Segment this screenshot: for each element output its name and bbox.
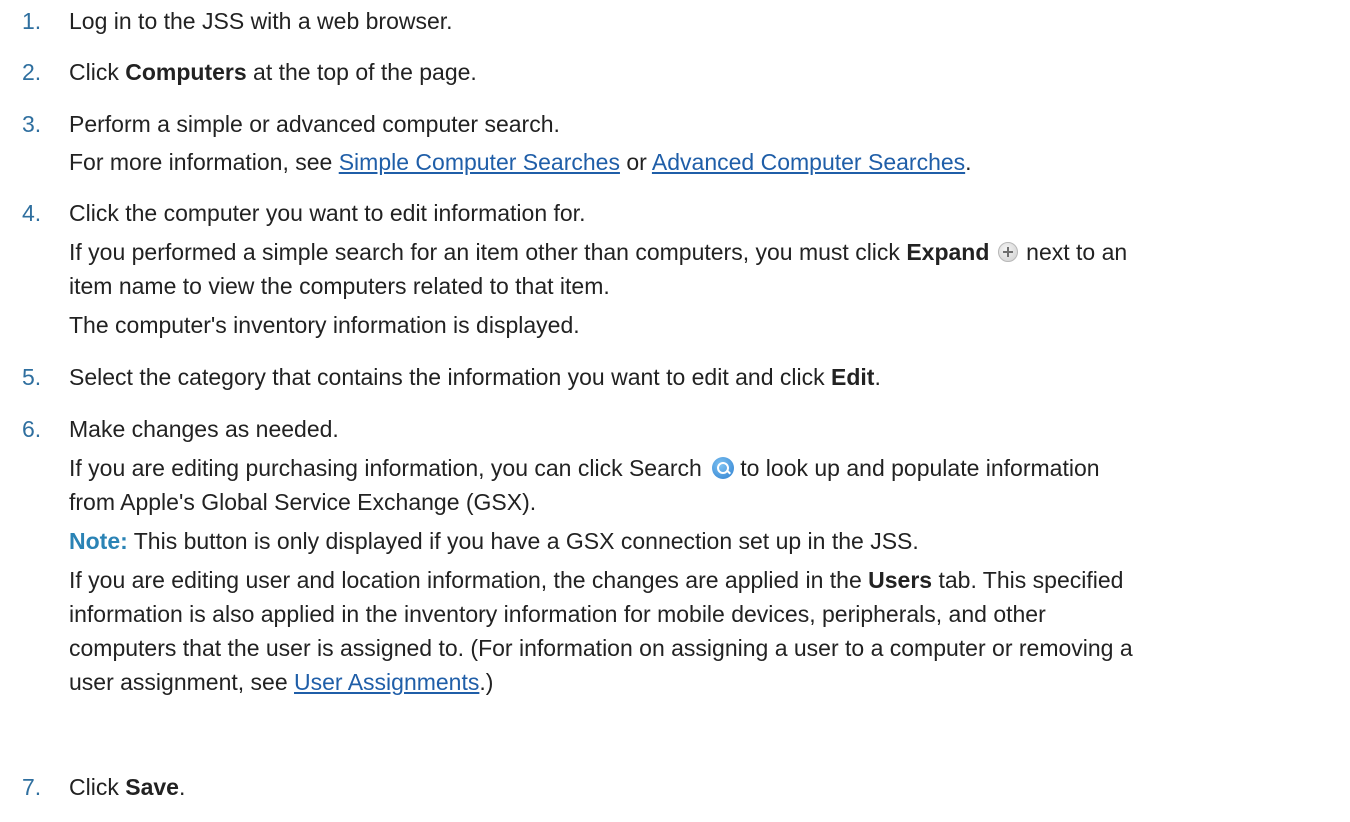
step-number: 7.: [22, 774, 42, 800]
step-text: Log in to the JSS with a web browser.: [69, 8, 453, 34]
step-number: 6.: [22, 416, 42, 442]
save-label: Save: [125, 774, 179, 800]
step-subtext: If you are editing purchasing informatio…: [69, 455, 1100, 481]
note: Note: This button is only displayed if y…: [69, 528, 919, 554]
simple-computer-searches-link[interactable]: Simple Computer Searches: [339, 149, 620, 175]
user-assignments-link[interactable]: User Assignments: [294, 669, 479, 695]
step-number: 4.: [22, 200, 42, 226]
note-label: Note:: [69, 528, 128, 554]
step-subtext: The computer's inventory information is …: [69, 312, 580, 338]
step-text: Click the computer you want to edit info…: [69, 200, 586, 226]
search-icon: [712, 457, 735, 479]
step-text: Select the category that contains the in…: [69, 364, 881, 390]
step-number: 1.: [22, 8, 42, 34]
advanced-computer-searches-link[interactable]: Advanced Computer Searches: [652, 149, 965, 175]
step-text: Click Computers at the top of the page.: [69, 59, 477, 85]
step-number: 2.: [22, 59, 42, 85]
step-subtext: information is also applied in the inven…: [69, 601, 1046, 627]
step-number: 5.: [22, 364, 42, 390]
step-subtext: user assignment, see User Assignments.): [69, 669, 494, 695]
users-label: Users: [868, 567, 933, 593]
step-text: Click Save.: [69, 774, 186, 800]
step-text: Perform a simple or advanced computer se…: [69, 111, 560, 137]
step-subtext: If you are editing user and location inf…: [69, 567, 1124, 593]
plus-circle-icon: [997, 242, 1018, 262]
edit-label: Edit: [831, 364, 875, 390]
step-subtext: from Apple's Global Service Exchange (GS…: [69, 489, 537, 515]
step-subtext: computers that the user is assigned to. …: [69, 635, 1133, 661]
expand-label: Expand: [906, 239, 990, 265]
step-text: Make changes as needed.: [69, 416, 339, 442]
step-number: 3.: [22, 111, 42, 137]
computers-label: Computers: [125, 59, 247, 85]
step-subtext: item name to view the computers related …: [69, 273, 610, 299]
step-subtext: For more information, see Simple Compute…: [69, 149, 972, 175]
step-subtext: If you performed a simple search for an …: [69, 239, 1128, 265]
